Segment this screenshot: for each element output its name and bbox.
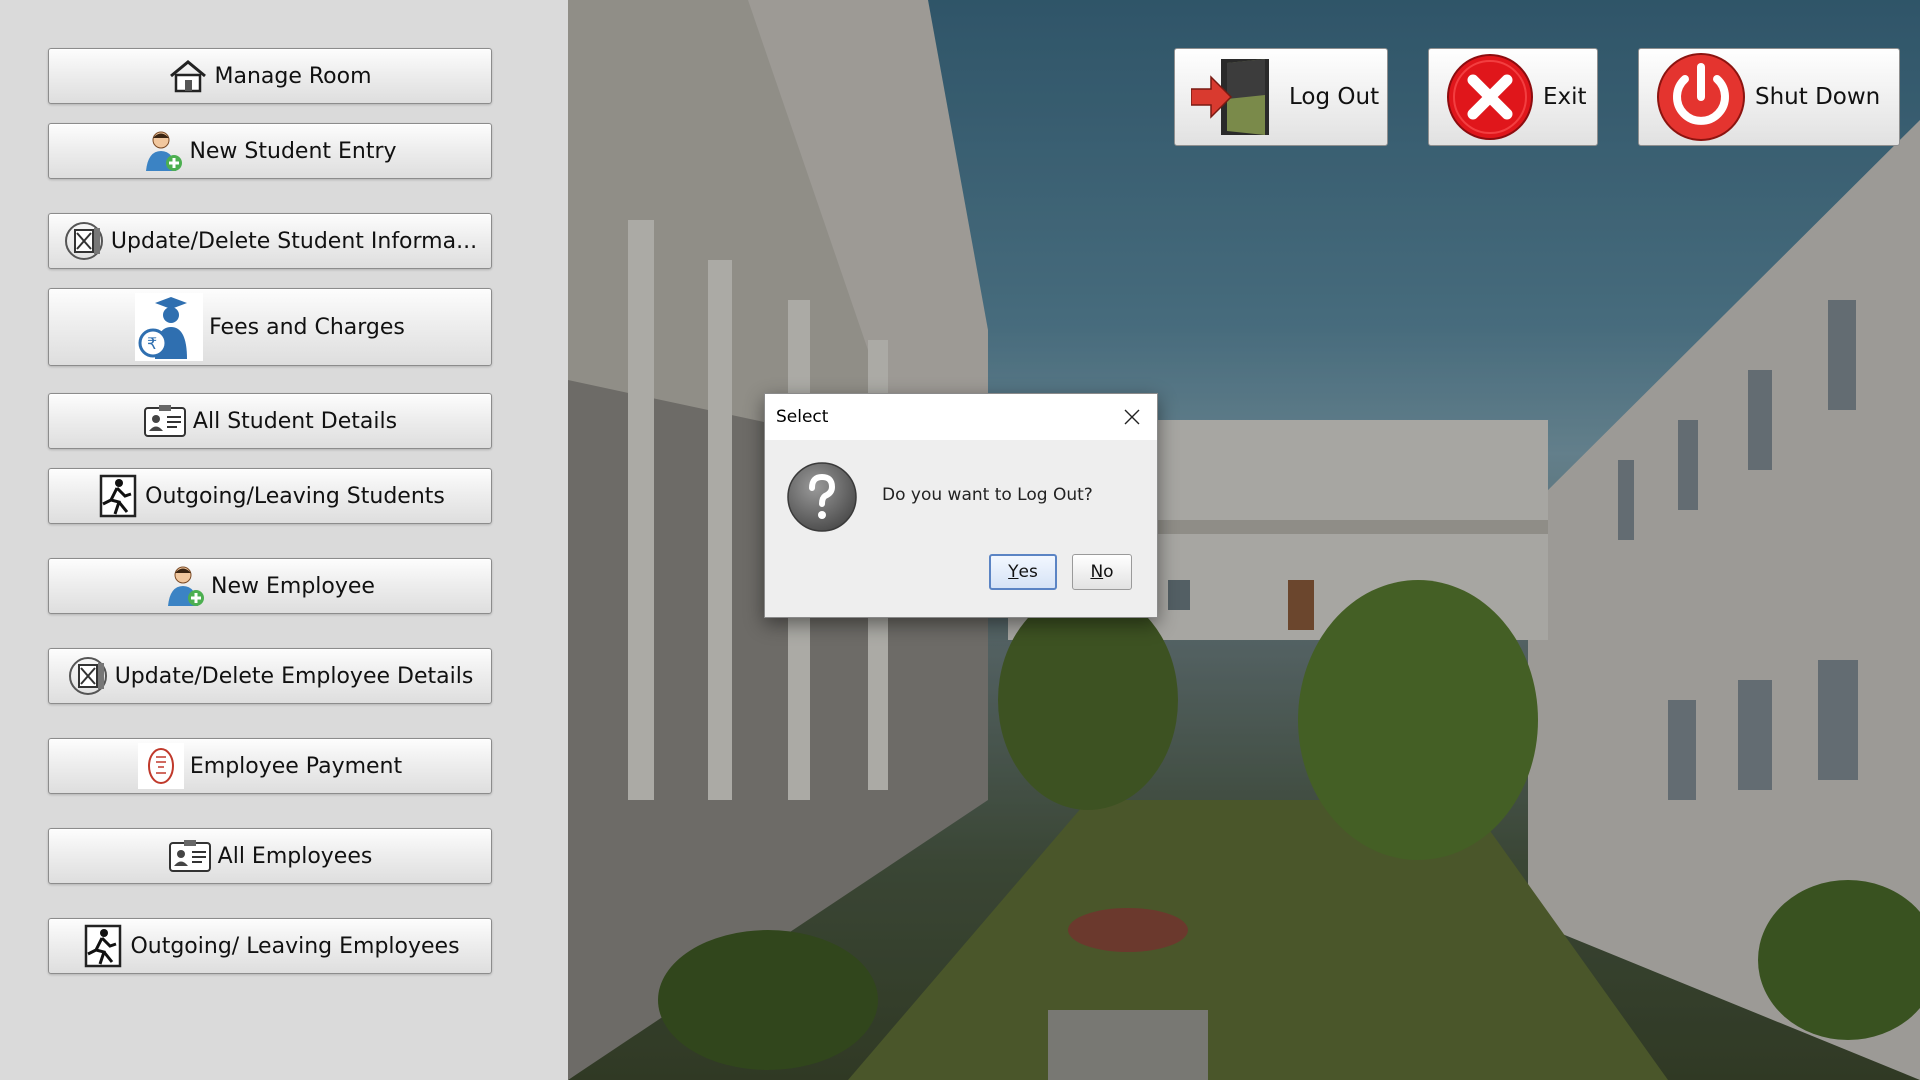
log-out-button[interactable]: Log Out [1174, 48, 1388, 146]
nav-label: Fees and Charges [209, 314, 405, 340]
nav-label: New Employee [211, 573, 375, 599]
employee-payment-button[interactable]: Employee Payment [48, 738, 492, 794]
all-employees-button[interactable]: All Employees [48, 828, 492, 884]
dialog-close-button[interactable] [1117, 402, 1147, 432]
yes-mnemonic: Y [1008, 562, 1019, 582]
power-icon [1657, 53, 1745, 141]
nav-label: Outgoing/Leaving Students [145, 483, 445, 509]
exit-button[interactable]: Exit [1428, 48, 1598, 146]
close-icon [1124, 409, 1140, 425]
nav-label: Update/Delete Employee Details [114, 663, 474, 689]
nav-label: New Student Entry [189, 138, 397, 164]
logout-confirm-dialog: Select Do you want to Log Out? Yes No [764, 393, 1158, 618]
shut-down-button[interactable]: Shut Down [1638, 48, 1900, 146]
shut-down-label: Shut Down [1755, 84, 1881, 110]
dialog-title-bar: Select [765, 394, 1157, 440]
dialog-body: Do you want to Log Out? Yes No [765, 440, 1157, 617]
id-card-icon [168, 840, 211, 872]
dialog-title: Select [776, 407, 829, 427]
edit-document-icon [64, 222, 103, 260]
add-user-icon [146, 131, 183, 171]
edit-document-icon [68, 657, 107, 695]
sidebar: Manage Room New Student Entry Update/Del… [0, 0, 568, 1080]
exit-label: Exit [1543, 84, 1587, 110]
nav-label: Manage Room [214, 63, 372, 89]
payment-receipt-icon [137, 743, 184, 789]
log-out-door-icon [1191, 59, 1269, 135]
id-card-icon [143, 405, 186, 437]
update-delete-employee-button[interactable]: Update/Delete Employee Details [48, 648, 492, 704]
yes-label-rest: es [1018, 562, 1038, 582]
nav-label: All Employees [217, 843, 373, 869]
nav-label: Outgoing/ Leaving Employees [130, 933, 460, 959]
outgoing-leaving-students-button[interactable]: Outgoing/Leaving Students [48, 468, 492, 524]
dialog-message: Do you want to Log Out? [882, 485, 1093, 505]
new-employee-button[interactable]: New Employee [48, 558, 492, 614]
fees-and-charges-button[interactable]: ₹ Fees and Charges [48, 288, 492, 366]
new-student-entry-button[interactable]: New Student Entry [48, 123, 492, 179]
yes-button[interactable]: Yes [989, 554, 1057, 590]
manage-room-button[interactable]: Manage Room [48, 48, 492, 104]
update-delete-student-button[interactable]: Update/Delete Student Informa... [48, 213, 492, 269]
nav-label: All Student Details [192, 408, 398, 434]
exit-running-icon [99, 474, 137, 518]
nav-label: Employee Payment [189, 753, 403, 779]
question-icon [787, 462, 857, 532]
exit-running-icon [85, 924, 122, 968]
add-user-icon [168, 566, 205, 606]
outgoing-leaving-employees-button[interactable]: Outgoing/ Leaving Employees [48, 918, 492, 974]
no-mnemonic: N [1090, 562, 1104, 582]
no-label-rest: o [1103, 562, 1114, 582]
svg-text:₹: ₹ [147, 334, 157, 353]
no-button[interactable]: No [1072, 554, 1132, 590]
student-fees-icon: ₹ [135, 293, 204, 361]
house-icon [170, 60, 207, 93]
all-student-details-button[interactable]: All Student Details [48, 393, 492, 449]
log-out-label: Log Out [1289, 84, 1380, 110]
close-circle-icon [1447, 54, 1533, 140]
nav-label: Update/Delete Student Informa... [110, 228, 478, 254]
